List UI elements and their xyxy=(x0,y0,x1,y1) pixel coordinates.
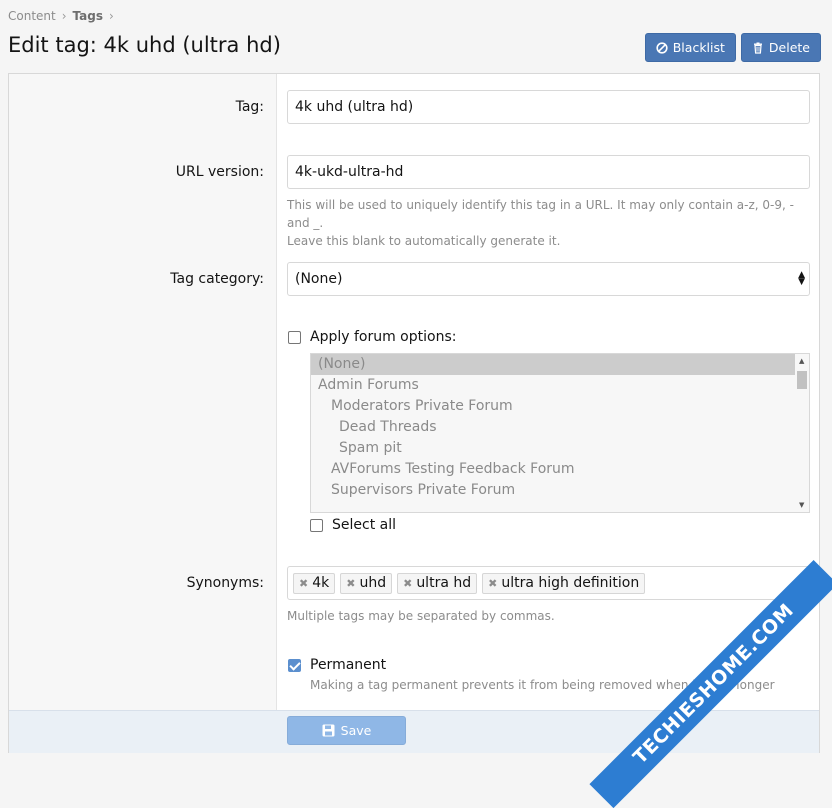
url-version-hint-line: Leave this blank to automatically genera… xyxy=(287,234,561,248)
list-item[interactable]: (None) xyxy=(311,354,795,375)
scroll-up-icon[interactable]: ▲ xyxy=(799,357,804,365)
delete-button-label: Delete xyxy=(768,40,810,55)
remove-tag-icon[interactable]: ✖ xyxy=(488,577,497,590)
scroll-thumb[interactable] xyxy=(797,371,807,389)
remove-tag-icon[interactable]: ✖ xyxy=(403,577,412,590)
header-actions: Blacklist Delete xyxy=(644,33,821,62)
synonym-tag-label: uhd xyxy=(359,575,387,591)
breadcrumb-item-tags[interactable]: Tags xyxy=(73,9,103,23)
synonyms-label: Synonyms: xyxy=(186,575,264,591)
tag-category-value: (None) xyxy=(295,271,343,287)
blacklist-button-label: Blacklist xyxy=(672,40,725,55)
tag-category-label: Tag category: xyxy=(170,271,264,287)
select-all-checkbox[interactable] xyxy=(310,518,323,532)
save-button[interactable]: Save xyxy=(287,716,406,745)
synonym-tag: ✖ uhd xyxy=(340,572,393,594)
select-all-label: Select all xyxy=(332,517,396,533)
remove-tag-icon[interactable]: ✖ xyxy=(299,577,308,590)
url-version-hint: This will be used to uniquely identify t… xyxy=(287,196,812,250)
chevron-right-icon: › xyxy=(61,9,67,23)
list-item[interactable]: Spam pit xyxy=(311,438,809,459)
blacklist-button[interactable]: Blacklist xyxy=(644,33,736,62)
synonym-tag-label: ultra high definition xyxy=(501,575,640,591)
tag-category-select[interactable]: (None) ▲ ▼ xyxy=(287,262,810,296)
page-title: Edit tag: 4k uhd (ultra hd) xyxy=(8,33,281,57)
save-button-label: Save xyxy=(340,723,372,738)
save-icon xyxy=(322,724,335,737)
synonyms-hint: Multiple tags may be separated by commas… xyxy=(287,609,555,623)
list-item[interactable]: Dead Threads xyxy=(311,417,809,438)
tag-input[interactable]: 4k uhd (ultra hd) xyxy=(287,90,810,124)
delete-button[interactable]: Delete xyxy=(740,33,821,62)
synonym-tag-label: ultra hd xyxy=(416,575,472,591)
synonym-tag: ✖ ultra hd xyxy=(397,572,478,594)
list-item[interactable]: AVForums Testing Feedback Forum xyxy=(311,459,809,480)
forum-options-listbox[interactable]: (None) Admin Forums Moderators Private F… xyxy=(310,353,810,513)
breadcrumb: Content › Tags › xyxy=(8,9,114,23)
url-version-label: URL version: xyxy=(175,164,264,180)
synonym-tag: ✖ ultra high definition xyxy=(482,572,646,594)
synonyms-input[interactable]: ✖ 4k ✖ uhd ✖ ultra hd ✖ ultra high definitio… xyxy=(287,566,810,600)
apply-forum-options-checkbox[interactable] xyxy=(288,330,301,344)
chevron-right-icon: › xyxy=(109,9,114,23)
ban-icon xyxy=(656,41,668,54)
edit-tag-form: Tag: 4k uhd (ultra hd) URL version: 4k-u… xyxy=(8,73,820,753)
permanent-checkbox[interactable] xyxy=(288,658,301,672)
synonym-tag: ✖ 4k xyxy=(293,572,336,594)
scroll-down-icon[interactable]: ▼ xyxy=(799,501,804,509)
apply-forum-options-row[interactable]: Apply forum options: xyxy=(288,329,456,345)
trash-icon xyxy=(753,42,762,54)
list-item[interactable]: Supervisors Private Forum xyxy=(311,480,809,501)
url-version-input[interactable]: 4k-ukd-ultra-hd xyxy=(287,155,810,189)
list-item[interactable]: Admin Forums xyxy=(311,375,809,396)
select-all-row[interactable]: Select all xyxy=(310,517,396,533)
listbox-scrollbar[interactable]: ▲ ▼ xyxy=(795,354,809,512)
permanent-row[interactable]: Permanent xyxy=(288,657,386,673)
remove-tag-icon[interactable]: ✖ xyxy=(346,577,355,590)
breadcrumb-item-content[interactable]: Content xyxy=(8,9,56,23)
tag-label: Tag: xyxy=(235,99,264,115)
apply-forum-options-label: Apply forum options: xyxy=(310,329,457,345)
synonym-tag-label: 4k xyxy=(312,575,330,591)
select-arrows-icon: ▲ ▼ xyxy=(798,270,805,287)
list-item[interactable]: Moderators Private Forum xyxy=(311,396,809,417)
url-version-hint-line: This will be used to uniquely identify t… xyxy=(287,198,794,230)
permanent-label: Permanent xyxy=(310,657,387,673)
